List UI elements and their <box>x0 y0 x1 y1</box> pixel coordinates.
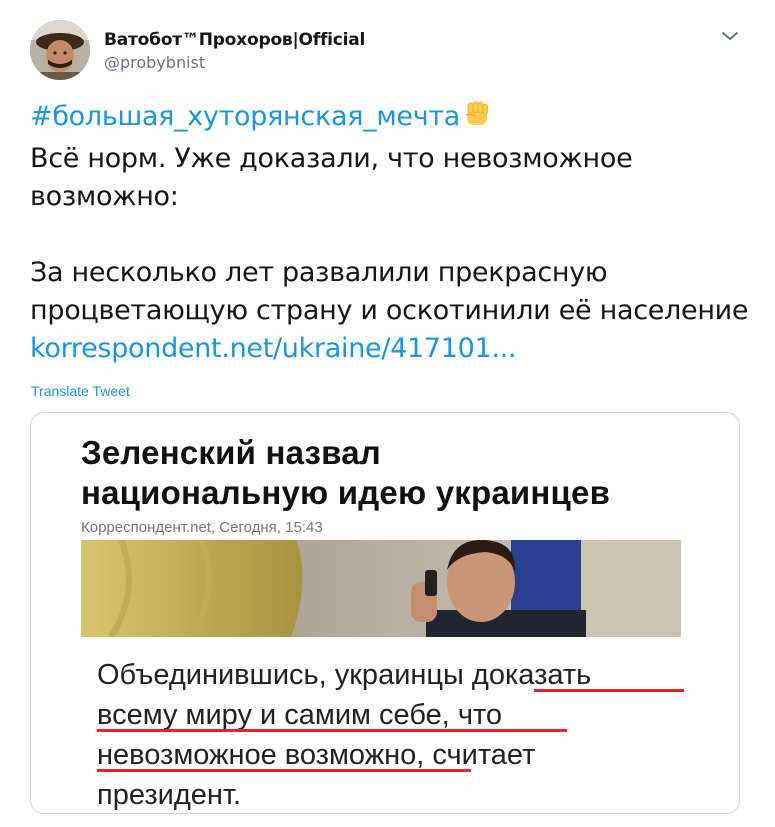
red-underline-2 <box>97 729 567 732</box>
red-underline-1 <box>534 689 684 692</box>
tweet-text: #большая_хуторянская_мечта Всё норм. Уже… <box>30 98 750 368</box>
tweet: Ватобот™Прохоров|Official @probybnist #б… <box>0 0 775 827</box>
tweet-line-3: возможно: <box>30 181 179 212</box>
red-underline-3 <box>97 769 471 772</box>
image-card[interactable]: Зеленский назвал национальную идею украи… <box>30 412 740 814</box>
lead-line-4: президент. <box>97 779 242 811</box>
article-headline: Зеленский назвал национальную идею украи… <box>81 433 721 513</box>
article-photo <box>81 540 681 637</box>
author-display-name[interactable]: Ватобот™Прохоров|Official <box>104 30 365 50</box>
hashtag-link[interactable]: #большая_хуторянская_мечта <box>30 101 460 132</box>
tweet-line-4: За несколько лет развалили прекрасную <box>30 257 608 288</box>
article-lead: Объединившись, украинцы доказать всему м… <box>97 655 717 813</box>
chevron-down-icon[interactable] <box>720 28 740 44</box>
headline-line-1: Зеленский назвал <box>81 434 381 471</box>
tweet-line-5: процветающую страну и оскотинили её насе… <box>30 295 749 326</box>
raised-fist-emoji-icon <box>462 99 492 140</box>
article-link[interactable]: korrespondent.net/ukraine/417101... <box>30 333 517 364</box>
author-handle[interactable]: @probybnist <box>104 53 205 72</box>
headline-line-2: национальную идею украинцев <box>81 474 611 511</box>
avatar[interactable] <box>30 20 90 80</box>
article-source: Корреспондент.net, Сегодня, 15:43 <box>81 519 323 536</box>
tweet-line-2: Всё норм. Уже доказали, что невозможное <box>30 143 633 174</box>
translate-tweet-link[interactable]: Translate Tweet <box>31 383 130 399</box>
